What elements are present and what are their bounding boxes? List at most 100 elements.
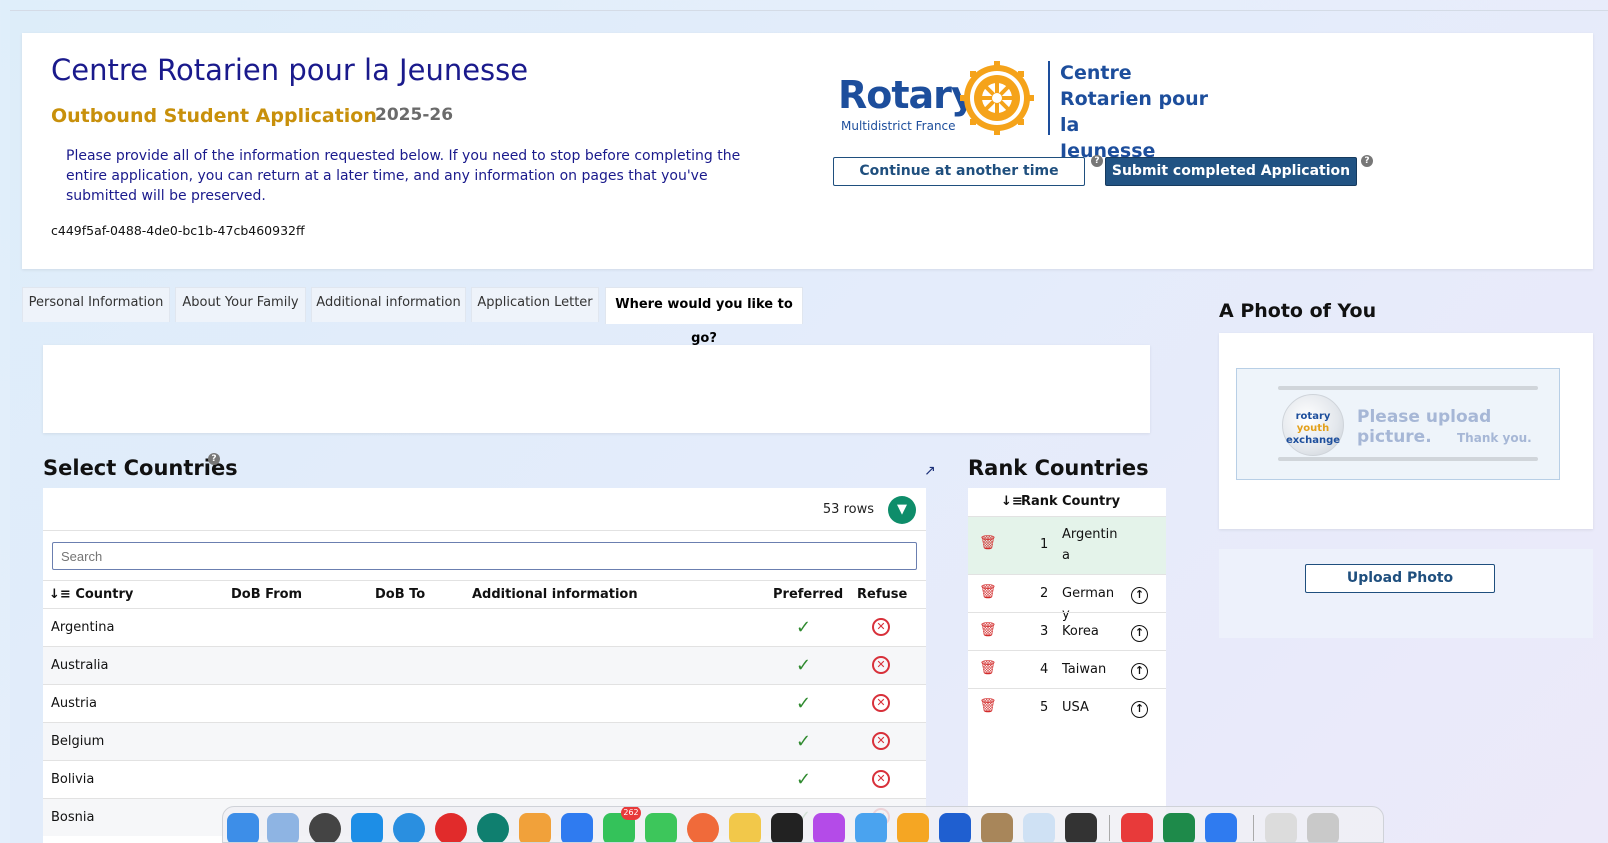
- table-row[interactable]: Australia ✓ ✕: [43, 646, 926, 684]
- messages-badge: 262: [621, 807, 641, 820]
- firefox-icon[interactable]: [687, 813, 719, 842]
- trash-icon[interactable]: [1307, 813, 1339, 842]
- logo-org-name: Centre Rotarien pour la Jeunesse: [1060, 60, 1218, 164]
- word-icon[interactable]: [939, 813, 971, 842]
- move-up-icon[interactable]: ↑: [1131, 663, 1148, 680]
- excel-icon[interactable]: [1163, 813, 1195, 842]
- refuse-icon[interactable]: ✕: [872, 656, 890, 674]
- tab-application-letter[interactable]: Application Letter: [471, 287, 599, 322]
- rank-number: 5: [1040, 700, 1049, 715]
- logo-text: rotary: [1295, 411, 1331, 422]
- app-window: Centre Rotarien pour la Jeunesse Outboun…: [10, 10, 1608, 843]
- intro-text: Please provide all of the information re…: [66, 148, 741, 204]
- dock-separator: [1253, 815, 1254, 841]
- column-header-label: Country: [75, 587, 134, 602]
- chatgpt-icon[interactable]: [477, 813, 509, 842]
- tab-additional-information[interactable]: Additional information: [311, 287, 466, 322]
- preferred-check-icon[interactable]: ✓: [796, 769, 811, 790]
- rank-number: 2: [1040, 586, 1049, 601]
- column-header-country[interactable]: ↓≡ Country: [49, 587, 133, 602]
- tab-about-your-family[interactable]: About Your Family: [175, 287, 306, 322]
- sort-icon[interactable]: ↓≡: [1001, 494, 1023, 509]
- help-icon[interactable]: ?: [1091, 155, 1103, 167]
- logo-wordmark: Rotary: [838, 73, 976, 117]
- mail-icon[interactable]: [561, 813, 593, 842]
- move-up-icon[interactable]: ↑: [1131, 587, 1148, 604]
- refuse-icon[interactable]: ✕: [872, 618, 890, 636]
- expand-icon[interactable]: ↗: [924, 463, 936, 479]
- refuse-icon[interactable]: ✕: [872, 694, 890, 712]
- podcasts-icon[interactable]: [813, 813, 845, 842]
- submit-application-button[interactable]: Submit completed Application: [1105, 157, 1357, 186]
- table-row[interactable]: Bolivia ✓ ✕: [43, 760, 926, 798]
- photo-title: A Photo of You: [1219, 300, 1377, 322]
- table-row[interactable]: Austria ✓ ✕: [43, 684, 926, 722]
- column-header-dob-to: DoB To: [375, 587, 426, 602]
- continue-later-button[interactable]: Continue at another time: [833, 157, 1085, 186]
- upload-card: Upload Photo: [1219, 549, 1593, 638]
- folder-icon[interactable]: [1205, 813, 1237, 842]
- logo-text: youth: [1296, 423, 1330, 434]
- rank-country: Argentina: [1062, 527, 1118, 563]
- rank-country: Korea: [1062, 624, 1099, 639]
- logo-org-line: Rotarien pour la: [1060, 88, 1209, 136]
- notes-icon[interactable]: [729, 813, 761, 842]
- opera-icon[interactable]: [435, 813, 467, 842]
- table-row[interactable]: Belgium ✓ ✕: [43, 722, 926, 760]
- downloads-icon[interactable]: [1265, 813, 1297, 842]
- rank-countries-title: Rank Countries: [968, 456, 1149, 480]
- refuse-icon[interactable]: ✕: [872, 732, 890, 750]
- trash-icon[interactable]: 🗑: [979, 660, 997, 676]
- safari-icon[interactable]: [393, 813, 425, 842]
- youth-exchange-logo: rotary youth exchange: [1282, 394, 1344, 456]
- photos-icon[interactable]: [519, 813, 551, 842]
- terminal-icon[interactable]: [771, 813, 803, 842]
- archive-icon[interactable]: [981, 813, 1013, 842]
- search-input[interactable]: [52, 542, 917, 570]
- placeholder-text: Thank you.: [1457, 431, 1532, 445]
- preferred-check-icon[interactable]: ✓: [796, 693, 811, 714]
- trash-icon[interactable]: 🗑: [979, 622, 997, 638]
- help-icon[interactable]: ?: [208, 453, 220, 465]
- country-name: Bolivia: [51, 772, 95, 787]
- facetime-icon[interactable]: [645, 813, 677, 842]
- app-store-icon[interactable]: [351, 813, 383, 842]
- preferred-check-icon[interactable]: ✓: [796, 617, 811, 638]
- refuse-icon[interactable]: ✕: [872, 770, 890, 788]
- preview-icon[interactable]: [855, 813, 887, 842]
- launchpad-icon[interactable]: [267, 813, 299, 842]
- trash-icon[interactable]: 🗑: [979, 698, 997, 714]
- dock: 262: [222, 806, 1384, 843]
- photo-placeholder: rotary youth exchange Please upload pict…: [1236, 368, 1560, 480]
- preferred-check-icon[interactable]: ✓: [796, 731, 811, 752]
- filter-icon[interactable]: ▼: [888, 496, 916, 524]
- tab-where-to-go[interactable]: Where would you like to go?: [605, 287, 803, 346]
- sort-icon[interactable]: ↓≡: [49, 587, 71, 602]
- rank-number: 3: [1040, 624, 1049, 639]
- pdf-app-icon[interactable]: [1121, 813, 1153, 842]
- textedit-icon[interactable]: [1023, 813, 1055, 842]
- rank-country: Taiwan: [1062, 662, 1107, 677]
- rank-row[interactable]: 🗑 1 Argentina: [968, 516, 1166, 574]
- tab-personal-information[interactable]: Personal Information: [22, 287, 170, 322]
- trash-icon[interactable]: 🗑: [979, 535, 997, 551]
- rotary-logo: Rotary Multidistrict France Centre Rotar…: [838, 61, 1218, 162]
- row-count: 53 rows: [822, 502, 874, 517]
- trash-icon[interactable]: 🗑: [979, 584, 997, 600]
- help-icon[interactable]: ?: [1361, 155, 1373, 167]
- finder-icon[interactable]: [227, 813, 259, 842]
- pages-icon[interactable]: [897, 813, 929, 842]
- rank-row[interactable]: 🗑 3 Korea ↑: [968, 612, 1166, 650]
- rank-row[interactable]: 🗑 2 Germany ↑: [968, 574, 1166, 622]
- table-row[interactable]: Argentina ✓ ✕: [43, 608, 926, 646]
- rank-countries-table: ↓≡ Rank Country 🗑 1 Argentina 🗑 2 German…: [968, 488, 1166, 843]
- system-settings-icon[interactable]: [309, 813, 341, 842]
- move-up-icon[interactable]: ↑: [1131, 625, 1148, 642]
- application-id: c449f5af-0488-4de0-bc1b-47cb460932ff: [51, 223, 305, 238]
- rank-row[interactable]: 🗑 4 Taiwan ↑: [968, 650, 1166, 688]
- calculator-icon[interactable]: [1065, 813, 1097, 842]
- preferred-check-icon[interactable]: ✓: [796, 655, 811, 676]
- move-up-icon[interactable]: ↑: [1131, 701, 1148, 718]
- rank-row[interactable]: 🗑 5 USA ↑: [968, 688, 1166, 726]
- upload-photo-button[interactable]: Upload Photo: [1305, 564, 1495, 593]
